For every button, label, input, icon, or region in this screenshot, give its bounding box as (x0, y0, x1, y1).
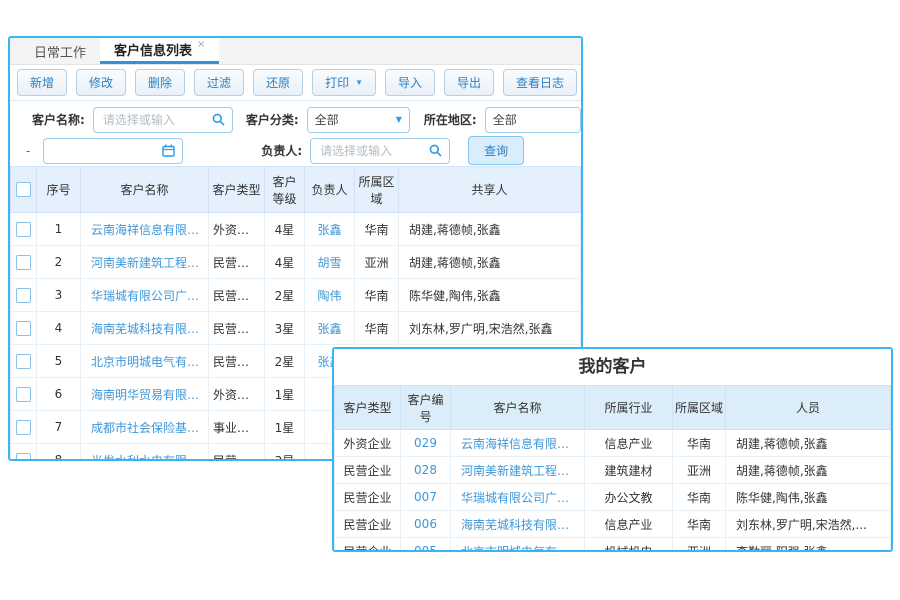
delete-button[interactable]: 删除 (135, 69, 185, 96)
tab-close-icon[interactable]: × (197, 39, 205, 50)
col-customer-code: 客户编号 (401, 386, 451, 430)
customer-code-link[interactable]: 007 (401, 484, 451, 511)
select-all-checkbox[interactable] (16, 182, 31, 197)
add-button[interactable]: 新增 (17, 69, 67, 96)
tab-daily-work-label: 日常工作 (34, 42, 86, 61)
search-icon[interactable] (212, 113, 225, 126)
view-log-button[interactable]: 查看日志 (503, 69, 577, 96)
col-region: 所属区域 (355, 167, 399, 213)
col-people: 人员 (726, 386, 891, 430)
filter-area: 客户名称: 客户分类: 全部 ▼ 所在地区: 全部 - (10, 101, 581, 166)
col-customer-level: 客户等级 (265, 167, 305, 213)
table-row: 民营企业 006 海南芜城科技有限公司 信息产业 华南 刘东林,罗广明,宋浩然,… (335, 511, 891, 538)
table-row: 4 海南芜城科技有限公司 民营企业 3星 张鑫 华南 刘东林,罗广明,宋浩然,张… (11, 312, 581, 345)
filter-row-1: 客户名称: 客户分类: 全部 ▼ 所在地区: 全部 (10, 104, 581, 135)
row-checkbox[interactable] (16, 420, 31, 435)
col-owner: 负责人 (305, 167, 355, 213)
table-row: 外资企业 029 云南海祥信息有限公司 信息产业 华南 胡建,蒋德帧,张鑫 (335, 430, 891, 457)
table-header-row: 序号 客户名称 客户类型 客户等级 负责人 所属区域 共享人 (11, 167, 581, 213)
edit-button[interactable]: 修改 (76, 69, 126, 96)
query-button[interactable]: 查询 (468, 136, 524, 165)
customer-code-link[interactable]: 005 (401, 538, 451, 553)
search-icon[interactable] (429, 144, 442, 157)
toolbar: 新增 修改 删除 过滤 还原 打印 ▼ 导入 导出 查看日志 (10, 65, 581, 101)
col-customer-type: 客户类型 (335, 386, 401, 430)
customer-name-link[interactable]: 华瑞城有限公司广告设计部 (81, 279, 209, 312)
row-checkbox[interactable] (16, 387, 31, 402)
customer-name-link[interactable]: 河南美新建筑工程公司 (451, 457, 585, 484)
customer-name-link[interactable]: 北京市明城电气有限公司 (81, 345, 209, 378)
customer-code-link[interactable]: 006 (401, 511, 451, 538)
col-customer-type: 客户类型 (209, 167, 265, 213)
owner-link[interactable]: 张鑫 (305, 312, 355, 345)
row-checkbox[interactable] (16, 255, 31, 270)
row-checkbox[interactable] (16, 453, 31, 462)
restore-button[interactable]: 还原 (253, 69, 303, 96)
my-customers-panel: 我的客户 客户类型 客户编号 客户名称 所属行业 所属区域 人员 外资企业 02… (332, 347, 893, 552)
col-customer-name: 客户名称 (81, 167, 209, 213)
customer-name-label: 客户名称: (32, 111, 85, 128)
tab-customer-list[interactable]: 客户信息列表 × (100, 38, 219, 64)
filter-button[interactable]: 过滤 (194, 69, 244, 96)
export-button[interactable]: 导出 (444, 69, 494, 96)
customer-name-link[interactable]: 海南芜城科技有限公司 (81, 312, 209, 345)
col-no: 序号 (37, 167, 81, 213)
table-header-row: 客户类型 客户编号 客户名称 所属行业 所属区域 人员 (335, 386, 891, 430)
region-label: 所在地区: (424, 111, 477, 128)
col-region: 所属区域 (673, 386, 726, 430)
customer-name-link[interactable]: 海南明华贸易有限公司 (81, 378, 209, 411)
owner-label: 负责人: (261, 142, 302, 159)
customer-name-field[interactable] (101, 112, 212, 128)
owner-link[interactable]: 胡雪 (305, 246, 355, 279)
tab-customer-list-label: 客户信息列表 (114, 40, 192, 59)
customer-category-value: 全部 (315, 111, 396, 128)
customer-code-link[interactable]: 028 (401, 457, 451, 484)
customer-name-link[interactable]: 华瑞城有限公司广告设计部 (451, 484, 585, 511)
table-row: 民营企业 028 河南美新建筑工程公司 建筑建材 亚洲 胡建,蒋德帧,张鑫 (335, 457, 891, 484)
owner-input[interactable] (310, 138, 450, 164)
row-checkbox[interactable] (16, 354, 31, 369)
customer-category-select[interactable]: 全部 ▼ (307, 107, 410, 133)
col-industry: 所属行业 (585, 386, 673, 430)
select-all-header (11, 167, 37, 213)
tab-daily-work[interactable]: 日常工作 (20, 38, 100, 64)
owner-link[interactable]: 陶伟 (305, 279, 355, 312)
row-checkbox[interactable] (16, 222, 31, 237)
col-customer-name: 客户名称 (451, 386, 585, 430)
print-button[interactable]: 打印 ▼ (312, 69, 376, 96)
filter-row-2: - 负责人: 查询 (10, 135, 581, 166)
customer-name-link[interactable]: 光发水利水电有限公司 (81, 444, 209, 462)
row-checkbox[interactable] (16, 288, 31, 303)
date-field[interactable] (51, 143, 162, 159)
customer-code-link[interactable]: 029 (401, 430, 451, 457)
col-shared: 共享人 (399, 167, 581, 213)
table-row: 2 河南美新建筑工程公司 民营企业 4星 胡雪 亚洲 胡建,蒋德帧,张鑫 (11, 246, 581, 279)
table-row: 3 华瑞城有限公司广告设计部 民营企业 2星 陶伟 华南 陈华健,陶伟,张鑫 (11, 279, 581, 312)
region-select[interactable]: 全部 (485, 107, 581, 133)
date-input[interactable] (43, 138, 183, 164)
table-row: 民营企业 007 华瑞城有限公司广告设计部 办公文教 华南 陈华健,陶伟,张鑫 (335, 484, 891, 511)
row-checkbox[interactable] (16, 321, 31, 336)
table-row: 民营企业 005 北京市明城电气有限公司 机械机电 亚洲 李勤丽,阳强,张鑫 (335, 538, 891, 553)
table-row: 1 云南海祥信息有限公司 外资企业 4星 张鑫 华南 胡建,蒋德帧,张鑫 (11, 213, 581, 246)
chevron-down-icon[interactable]: ▼ (396, 115, 402, 124)
region-value: 全部 (493, 111, 573, 128)
date-range-dash: - (26, 144, 30, 158)
tab-bar: 日常工作 客户信息列表 × (10, 38, 581, 65)
customer-category-label: 客户分类: (246, 111, 299, 128)
customer-name-link[interactable]: 海南芜城科技有限公司 (451, 511, 585, 538)
my-customers-table: 客户类型 客户编号 客户名称 所属行业 所属区域 人员 外资企业 029 云南海… (334, 385, 891, 552)
customer-name-link[interactable]: 云南海祥信息有限公司 (451, 430, 585, 457)
calendar-icon[interactable] (162, 144, 175, 157)
chevron-down-icon: ▼ (355, 78, 363, 87)
owner-field[interactable] (318, 143, 429, 159)
owner-link[interactable]: 张鑫 (305, 213, 355, 246)
my-customers-title: 我的客户 (334, 349, 891, 385)
customer-name-link[interactable]: 北京市明城电气有限公司 (451, 538, 585, 553)
customer-name-link[interactable]: 河南美新建筑工程公司 (81, 246, 209, 279)
customer-name-input[interactable] (93, 107, 233, 133)
customer-name-link[interactable]: 云南海祥信息有限公司 (81, 213, 209, 246)
customer-name-link[interactable]: 成都市社会保险基金管理... (81, 411, 209, 444)
import-button[interactable]: 导入 (385, 69, 435, 96)
